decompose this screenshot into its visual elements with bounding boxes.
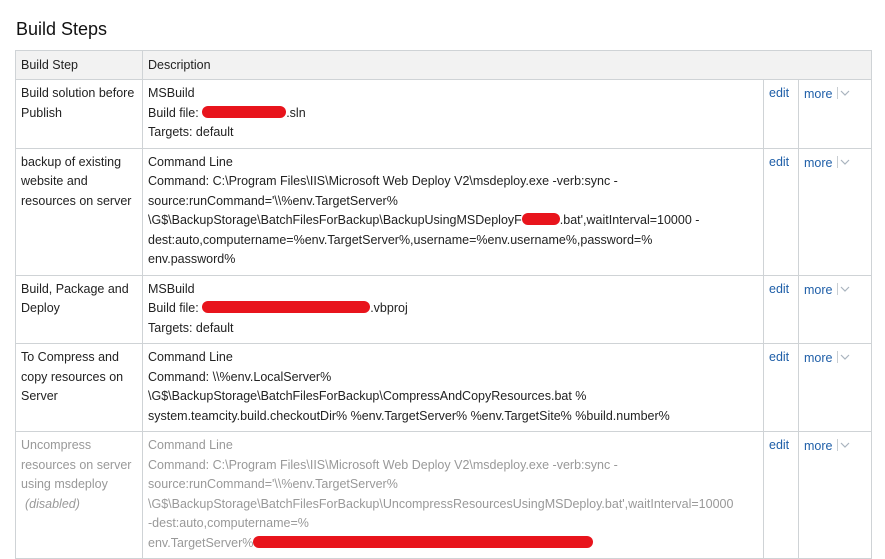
- description-text: Build file:: [148, 105, 203, 120]
- column-header-description: Description: [141, 50, 873, 80]
- chevron-down-icon[interactable]: [840, 84, 850, 104]
- description-text: Build file:: [148, 301, 203, 315]
- more-cell: more: [797, 431, 873, 559]
- description-text: .bat',waitInterval=10000 -: [559, 213, 700, 227]
- disabled-label: (disabled): [25, 496, 80, 511]
- redaction-mark: [202, 301, 371, 313]
- chevron-down-icon[interactable]: [840, 348, 850, 368]
- more-cell: more: [797, 79, 873, 149]
- build-steps-table: Build Step Description Build solution be…: [15, 50, 873, 559]
- more-dropdown[interactable]: more: [804, 153, 850, 173]
- description-line: Command: C:\Program Files\IIS\Microsoft …: [148, 174, 618, 188]
- runner-type: Command Line: [148, 154, 233, 169]
- build-step-name: Uncompress resources on server using msd…: [15, 431, 143, 559]
- description-line: system.teamcity.build.checkoutDir% %env.…: [148, 408, 670, 423]
- build-step-label: backup of existing website and resources…: [21, 154, 132, 208]
- dropdown-separator: [837, 87, 839, 99]
- description-line: source:runCommand='\\%env.TargetServer%: [148, 477, 398, 491]
- edit-link[interactable]: edit: [769, 155, 789, 169]
- redaction-mark: [202, 105, 287, 118]
- more-dropdown[interactable]: more: [804, 351, 850, 365]
- build-step-description: MSBuild Build file: .vbproj Targets: defau…: [142, 274, 764, 344]
- chevron-down-icon[interactable]: [840, 153, 850, 173]
- runner-type: Command Line: [148, 350, 233, 364]
- edit-cell: edit: [763, 274, 799, 344]
- table-header-row: Build Step Description: [15, 50, 873, 80]
- description-text: \G$\BackupStorage\BatchFilesForBackup\Ba…: [148, 213, 522, 227]
- build-step-description: MSBuild Build file: .sln Targets: default: [142, 79, 764, 149]
- build-step-name: Build, Package and Deploy: [15, 274, 143, 344]
- dropdown-separator: [837, 351, 839, 363]
- more-link[interactable]: more: [804, 156, 832, 170]
- table-row: Build, Package and Deploy MSBuild Build fi…: [15, 274, 873, 344]
- more-dropdown[interactable]: more: [804, 280, 850, 300]
- redaction-mark: [521, 213, 560, 225]
- description-line: Targets: default: [148, 320, 234, 335]
- edit-cell: edit: [763, 147, 799, 276]
- description-text: .sln: [286, 105, 306, 120]
- description-line: Command: \\%env.LocalServer%: [148, 369, 332, 384]
- dropdown-separator: [837, 155, 839, 168]
- description-line: env.TargetServer%: [148, 534, 758, 554]
- edit-cell: edit: [763, 431, 799, 559]
- more-link[interactable]: more: [804, 351, 832, 365]
- more-cell: more: [797, 343, 873, 432]
- build-step-name: Build solution before Publish: [15, 79, 143, 149]
- more-cell: more: [797, 274, 873, 344]
- build-step-description: Command Line Command: \\%env.LocalServer%…: [142, 343, 764, 432]
- runner-type: MSBuild: [148, 86, 195, 100]
- edit-link[interactable]: edit: [769, 86, 789, 100]
- redaction-mark: [253, 535, 594, 548]
- runner-type: MSBuild: [148, 281, 195, 296]
- more-link[interactable]: more: [804, 283, 832, 297]
- description-line: Build file: .vbproj: [148, 299, 758, 319]
- description-line: Targets: default: [148, 125, 234, 139]
- build-step-label: Build solution before Publish: [21, 86, 135, 120]
- edit-link[interactable]: edit: [769, 282, 789, 296]
- build-step-description: Command Line Command: C:\Program Files\II…: [142, 431, 764, 559]
- chevron-down-icon[interactable]: [840, 436, 850, 456]
- more-dropdown[interactable]: more: [804, 439, 850, 453]
- description-text: .vbproj: [370, 301, 408, 315]
- description-line: source:runCommand='\\%env.TargetServer%: [148, 193, 398, 208]
- build-step-label: Build, Package and Deploy: [21, 281, 129, 316]
- description-line: dest:auto,computername=%env.TargetServer…: [148, 232, 653, 247]
- edit-cell: edit: [763, 343, 799, 432]
- build-step-name: backup of existing website and resources…: [15, 147, 143, 276]
- build-step-label: To Compress and copy resources on Server: [21, 350, 124, 403]
- description-line: \G$\BackupStorage\BatchFilesForBackup\Un…: [148, 496, 734, 511]
- table-row: backup of existing website and resources…: [15, 147, 873, 276]
- chevron-down-icon[interactable]: [840, 280, 850, 300]
- table-row: Uncompress resources on server using msd…: [15, 431, 873, 559]
- description-line: Command: C:\Program Files\IIS\Microsoft …: [148, 457, 618, 472]
- dropdown-separator: [837, 439, 839, 451]
- table-row: Build solution before Publish MSBuild Buil…: [15, 79, 873, 149]
- runner-type: Command Line: [148, 438, 233, 452]
- build-step-label: Uncompress resources on server using msd…: [21, 438, 132, 491]
- more-cell: more: [797, 147, 873, 276]
- more-link[interactable]: more: [804, 439, 832, 453]
- description-line: env.password%: [148, 252, 236, 266]
- description-line: -dest:auto,computername=%: [148, 516, 309, 530]
- edit-cell: edit: [763, 79, 799, 149]
- dropdown-separator: [837, 282, 839, 295]
- table-row: To Compress and copy resources on Server…: [15, 343, 873, 432]
- build-step-name: To Compress and copy resources on Server: [15, 343, 143, 432]
- edit-link[interactable]: edit: [769, 350, 789, 364]
- description-line: Build file: .sln: [148, 104, 758, 124]
- more-dropdown[interactable]: more: [804, 87, 850, 101]
- build-step-description: Command Line Command: C:\Program Files\II…: [142, 147, 764, 276]
- description-line: \G$\BackupStorage\BatchFilesForBackup\Co…: [148, 389, 587, 403]
- column-header-build-step: Build Step: [15, 50, 143, 80]
- description-text: env.TargetServer%: [148, 535, 254, 550]
- edit-link[interactable]: edit: [769, 438, 789, 452]
- page-title: Build Steps: [16, 19, 108, 39]
- description-line: \G$\BackupStorage\BatchFilesForBackup\Ba…: [148, 211, 758, 231]
- more-link[interactable]: more: [804, 87, 832, 101]
